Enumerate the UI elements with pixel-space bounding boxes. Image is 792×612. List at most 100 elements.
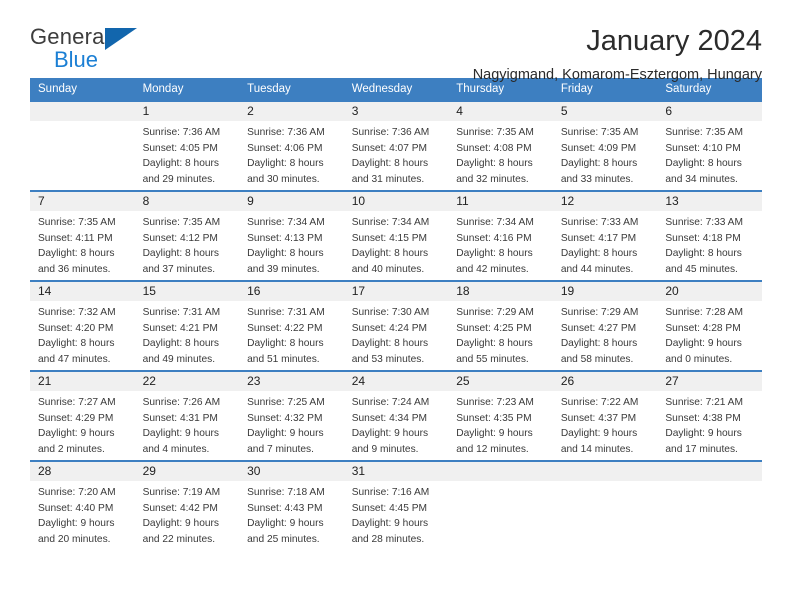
calendar-day-cell[interactable]: 5 Sunrise: 7:35 AM Sunset: 4:09 PM Daylight… (552, 100, 658, 191)
calendar-day-cell[interactable]: 4 Sunrise: 7:35 AM Sunset: 4:08 PM Daylight… (448, 100, 553, 191)
day-number: 25 (448, 372, 553, 391)
daylight-text-line2: and 14 minutes. (560, 443, 634, 455)
weekday-header-sunday: Sunday (30, 78, 135, 101)
daylight-text-line1: Daylight: 8 hours (456, 338, 533, 349)
calendar-week-row: 7 Sunrise: 7:35 AM Sunset: 4:11 PM Daylight… (30, 190, 762, 281)
sunset-text: Sunset: 4:15 PM (351, 232, 428, 244)
calendar-day-cell[interactable]: 17 Sunrise: 7:30 AM Sunset: 4:24 PM Dayligh… (343, 280, 449, 371)
day-number: 30 (239, 462, 344, 481)
calendar-day-cell[interactable]: 24 Sunrise: 7:24 AM Sunset: 4:34 PM Dayligh… (343, 370, 449, 461)
daylight-text-line1: Daylight: 8 hours (456, 248, 533, 259)
daylight-text-line2: and 58 minutes. (560, 353, 634, 365)
calendar-week-row: 14 Sunrise: 7:32 AM Sunset: 4:20 PM Dayligh… (30, 280, 762, 371)
daylight-text-line1: Daylight: 8 hours (142, 248, 220, 259)
calendar-day-cell[interactable]: 2 Sunrise: 7:36 AM Sunset: 4:06 PM Daylight… (239, 100, 344, 191)
daylight-text-line2: and 30 minutes. (247, 173, 320, 185)
sunset-text: Sunset: 4:25 PM (456, 322, 532, 334)
calendar-day-cell[interactable]: 1 Sunrise: 7:36 AM Sunset: 4:05 PM Daylight… (134, 100, 240, 191)
page-subtitle: Nagyigmand, Komarom-Esztergom, Hungary (472, 67, 762, 84)
sunset-text: Sunset: 4:12 PM (142, 232, 218, 244)
sunset-text: Sunset: 4:10 PM (665, 142, 741, 154)
daylight-text-line1: Daylight: 8 hours (247, 248, 324, 259)
day-details: Sunrise: 7:26 AM Sunset: 4:31 PM Daylight:… (135, 391, 240, 457)
calendar-day-cell[interactable]: 6 Sunrise: 7:35 AM Sunset: 4:10 PM Daylight… (657, 100, 762, 191)
calendar-day-cell[interactable]: 21 Sunrise: 7:27 AM Sunset: 4:29 PM Dayligh… (30, 370, 135, 461)
sunrise-text: Sunrise: 7:36 AM (247, 127, 325, 138)
sunrise-text: Sunrise: 7:34 AM (247, 217, 325, 228)
day-number (552, 462, 658, 481)
daylight-text-line2: and 25 minutes. (247, 533, 320, 545)
daylight-text-line1: Daylight: 9 hours (351, 518, 429, 529)
day-number: 18 (448, 282, 553, 301)
day-number: 24 (343, 372, 449, 391)
daylight-text-line1: Daylight: 9 hours (665, 338, 742, 349)
sunset-text: Sunset: 4:16 PM (456, 232, 532, 244)
sunset-text: Sunset: 4:09 PM (560, 142, 637, 154)
sunrise-text: Sunrise: 7:35 AM (665, 127, 743, 138)
daylight-text-line2: and 39 minutes. (247, 263, 320, 275)
calendar-day-cell-empty (552, 460, 658, 551)
daylight-text-line2: and 55 minutes. (456, 353, 529, 365)
sunrise-text: Sunrise: 7:25 AM (247, 397, 325, 408)
calendar-day-cell[interactable]: 25 Sunrise: 7:23 AM Sunset: 4:35 PM Dayligh… (448, 370, 553, 461)
sunrise-text: Sunrise: 7:35 AM (142, 217, 221, 228)
triangle-flag-icon (105, 28, 137, 50)
calendar-day-cell[interactable]: 10 Sunrise: 7:34 AM Sunset: 4:15 PM Dayligh… (343, 190, 449, 281)
calendar-day-cell[interactable]: 23 Sunrise: 7:25 AM Sunset: 4:32 PM Dayligh… (239, 370, 344, 461)
brand-logo[interactable]: General Blue (30, 26, 160, 78)
calendar-day-cell-empty (30, 100, 135, 191)
calendar-day-cell-empty (448, 460, 553, 551)
daylight-text-line2: and 17 minutes. (665, 443, 738, 455)
day-details: Sunrise: 7:29 AM Sunset: 4:27 PM Daylight:… (553, 301, 658, 367)
calendar-day-cell[interactable]: 12 Sunrise: 7:33 AM Sunset: 4:17 PM Dayligh… (552, 190, 658, 281)
calendar-day-cell[interactable]: 8 Sunrise: 7:35 AM Sunset: 4:12 PM Daylight… (134, 190, 240, 281)
calendar-day-cell[interactable]: 7 Sunrise: 7:35 AM Sunset: 4:11 PM Daylight… (30, 190, 135, 281)
sunset-text: Sunset: 4:17 PM (560, 232, 637, 244)
page-title: January 2024 (586, 25, 762, 57)
calendar-day-cell[interactable]: 13 Sunrise: 7:33 AM Sunset: 4:18 PM Dayligh… (657, 190, 762, 281)
day-number: 17 (343, 282, 449, 301)
calendar-day-cell[interactable]: 19 Sunrise: 7:29 AM Sunset: 4:27 PM Dayligh… (552, 280, 658, 371)
day-details: Sunrise: 7:27 AM Sunset: 4:29 PM Daylight:… (30, 391, 135, 457)
calendar-day-cell[interactable]: 28 Sunrise: 7:20 AM Sunset: 4:40 PM Dayligh… (30, 460, 135, 551)
day-number: 21 (30, 372, 135, 391)
day-number: 29 (134, 462, 240, 481)
sunrise-text: Sunrise: 7:21 AM (665, 397, 743, 408)
calendar-day-cell[interactable]: 11 Sunrise: 7:34 AM Sunset: 4:16 PM Dayligh… (448, 190, 553, 281)
day-number: 4 (448, 102, 553, 121)
day-number (448, 462, 553, 481)
calendar-day-cell[interactable]: 31 Sunrise: 7:16 AM Sunset: 4:45 PM Dayligh… (343, 460, 449, 551)
daylight-text-line1: Daylight: 9 hours (351, 428, 429, 439)
calendar-day-cell[interactable]: 30 Sunrise: 7:18 AM Sunset: 4:43 PM Dayligh… (239, 460, 344, 551)
sunset-text: Sunset: 4:42 PM (142, 502, 218, 514)
calendar-day-cell[interactable]: 20 Sunrise: 7:28 AM Sunset: 4:28 PM Dayligh… (657, 280, 762, 371)
calendar-day-cell[interactable]: 14 Sunrise: 7:32 AM Sunset: 4:20 PM Dayligh… (30, 280, 135, 371)
day-details: Sunrise: 7:31 AM Sunset: 4:21 PM Daylight:… (135, 301, 240, 367)
day-details: Sunrise: 7:28 AM Sunset: 4:28 PM Daylight:… (657, 301, 762, 367)
calendar-day-cell[interactable]: 29 Sunrise: 7:19 AM Sunset: 4:42 PM Dayligh… (134, 460, 240, 551)
day-details: Sunrise: 7:34 AM Sunset: 4:13 PM Daylight:… (239, 211, 344, 277)
calendar-page: General Blue January 2024 Nagyigmand, Ko… (0, 0, 792, 612)
calendar-day-cell[interactable]: 3 Sunrise: 7:36 AM Sunset: 4:07 PM Daylight… (343, 100, 449, 191)
day-number: 19 (552, 282, 658, 301)
daylight-text-line2: and 37 minutes. (142, 263, 216, 275)
sunset-text: Sunset: 4:22 PM (247, 322, 323, 334)
calendar-day-cell[interactable]: 27 Sunrise: 7:21 AM Sunset: 4:38 PM Dayligh… (657, 370, 762, 461)
calendar-day-cell[interactable]: 9 Sunrise: 7:34 AM Sunset: 4:13 PM Daylight… (239, 190, 344, 281)
sunrise-text: Sunrise: 7:24 AM (351, 397, 430, 408)
calendar-day-cell[interactable]: 16 Sunrise: 7:31 AM Sunset: 4:22 PM Dayligh… (239, 280, 344, 371)
daylight-text-line1: Daylight: 8 hours (38, 338, 115, 349)
sunrise-text: Sunrise: 7:36 AM (351, 127, 430, 138)
daylight-text-line1: Daylight: 8 hours (142, 338, 220, 349)
day-number: 28 (30, 462, 135, 481)
day-details: Sunrise: 7:35 AM Sunset: 4:11 PM Daylight:… (30, 211, 135, 277)
calendar-day-cell[interactable]: 26 Sunrise: 7:22 AM Sunset: 4:37 PM Dayligh… (552, 370, 658, 461)
calendar-day-cell[interactable]: 18 Sunrise: 7:29 AM Sunset: 4:25 PM Dayligh… (448, 280, 553, 371)
day-number: 5 (552, 102, 658, 121)
calendar-day-cell[interactable]: 22 Sunrise: 7:26 AM Sunset: 4:31 PM Dayligh… (134, 370, 240, 461)
calendar-day-cell[interactable]: 15 Sunrise: 7:31 AM Sunset: 4:21 PM Dayligh… (134, 280, 240, 371)
daylight-text-line1: Daylight: 8 hours (247, 338, 324, 349)
daylight-text-line2: and 40 minutes. (351, 263, 425, 275)
sunrise-text: Sunrise: 7:31 AM (142, 307, 221, 318)
daylight-text-line2: and 49 minutes. (142, 353, 216, 365)
